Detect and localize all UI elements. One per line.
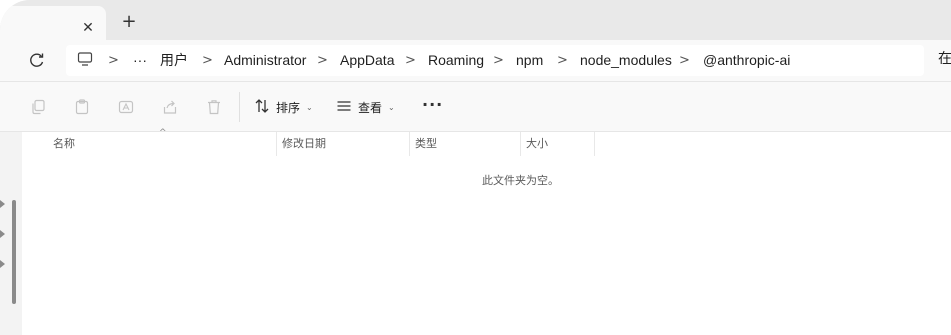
trash-icon[interactable]: [206, 99, 222, 115]
chevron-right-icon: >: [493, 53, 504, 68]
expand-arrow-icon[interactable]: [0, 260, 5, 268]
column-divider[interactable]: [520, 132, 521, 156]
column-divider[interactable]: [276, 132, 277, 156]
command-bar: 排序 ⌄ 查看 ⌄ ···: [0, 81, 951, 132]
column-divider[interactable]: [594, 132, 595, 156]
close-icon[interactable]: ✕: [80, 20, 96, 36]
sort-ascending-icon: ^: [159, 128, 167, 138]
empty-folder-message: 此文件夹为空。: [482, 174, 559, 187]
view-button[interactable]: 查看 ⌄: [336, 97, 395, 117]
chevron-down-icon: ⌄: [306, 102, 313, 112]
nav-pane-scrollbar[interactable]: [12, 200, 16, 304]
breadcrumb-overflow[interactable]: ···: [133, 51, 147, 70]
column-divider[interactable]: [409, 132, 410, 156]
explorer-window: ✕ + > ··· 用户 > Administrator > AppData >…: [0, 0, 951, 335]
breadcrumb-node-modules[interactable]: node_modules: [580, 51, 672, 70]
navigation-row: > ··· 用户 > Administrator > AppData > Roa…: [0, 40, 951, 81]
column-header-modified[interactable]: 修改日期: [282, 132, 326, 156]
expand-arrow-icon[interactable]: [0, 230, 5, 238]
breadcrumb-administrator[interactable]: Administrator: [224, 51, 306, 70]
breadcrumb-appdata[interactable]: AppData: [340, 51, 394, 70]
chevron-down-icon: ⌄: [388, 102, 395, 112]
breadcrumb-roaming[interactable]: Roaming: [428, 51, 484, 70]
share-icon[interactable]: [162, 99, 178, 115]
expand-arrow-icon[interactable]: [0, 200, 5, 208]
breadcrumb-npm[interactable]: npm: [516, 51, 543, 70]
sort-button[interactable]: 排序 ⌄: [254, 97, 313, 117]
column-header-type[interactable]: 类型: [415, 132, 437, 156]
chevron-right-icon: >: [202, 53, 213, 68]
breadcrumb-users[interactable]: 用户: [160, 51, 188, 70]
sort-label: 排序: [276, 100, 301, 115]
computer-icon[interactable]: [77, 51, 93, 71]
address-bar[interactable]: > ··· 用户 > Administrator > AppData > Roa…: [66, 45, 924, 76]
breadcrumb-anthropic-ai[interactable]: @anthropic-ai: [703, 51, 790, 70]
view-label: 查看: [358, 100, 383, 115]
more-options-icon[interactable]: ···: [422, 95, 443, 114]
paste-icon[interactable]: [74, 99, 90, 115]
chevron-right-icon: >: [557, 53, 568, 68]
view-list-icon: [336, 98, 352, 117]
tab-current[interactable]: ✕: [0, 6, 106, 40]
toolbar-divider: [239, 92, 240, 122]
new-tab-icon[interactable]: +: [120, 13, 138, 31]
tab-strip: ✕ +: [0, 0, 951, 40]
copy-icon[interactable]: [30, 99, 46, 115]
sort-icon: [254, 98, 270, 117]
chevron-right-icon: >: [405, 53, 416, 68]
refresh-icon[interactable]: [28, 51, 46, 69]
status-area: [22, 312, 951, 335]
rename-icon[interactable]: [118, 99, 134, 115]
column-header-size[interactable]: 大小: [526, 132, 548, 156]
file-list: ^ 名称 修改日期 类型 大小 此文件夹为空。: [22, 128, 951, 312]
search-box-fragment[interactable]: 在: [938, 50, 951, 69]
column-header-name[interactable]: 名称: [53, 132, 75, 156]
chevron-right-icon: >: [679, 53, 690, 68]
chevron-right-icon: >: [317, 53, 328, 68]
chevron-right-icon: >: [108, 53, 119, 68]
